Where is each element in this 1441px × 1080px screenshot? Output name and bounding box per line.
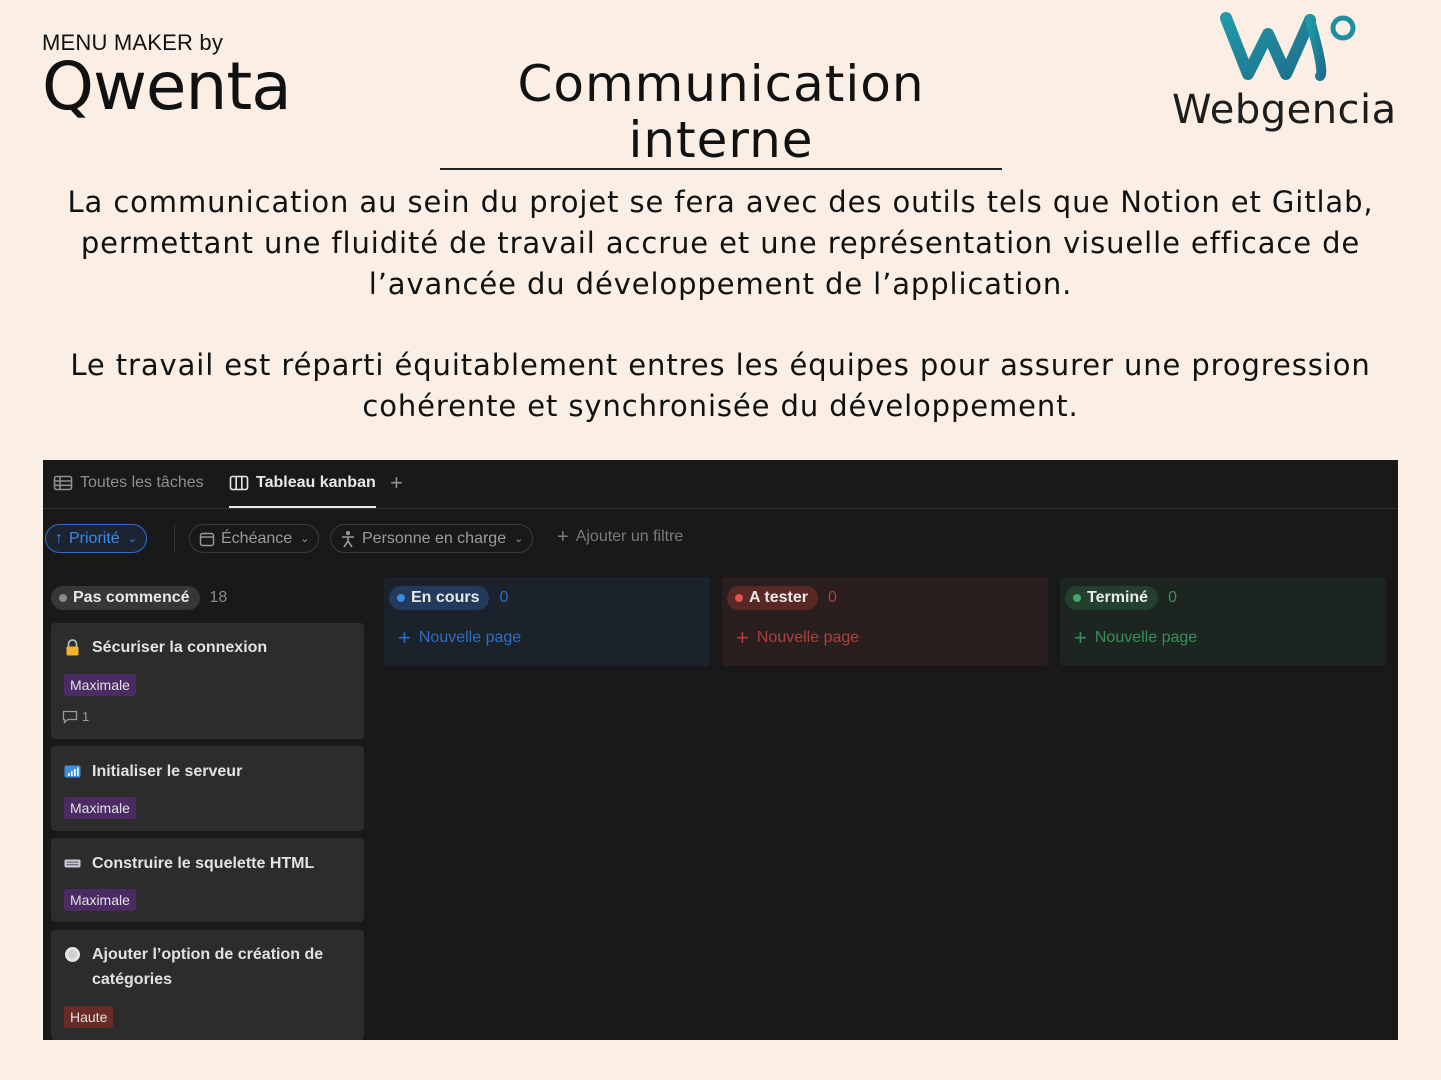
chevron-down-icon: ⌄	[300, 533, 310, 545]
card-title-row: Ajouter l’option de création de catégori…	[64, 942, 334, 992]
notion-kanban: Toutes les tâches Tableau kanban + ↑ Pri…	[43, 460, 1398, 1040]
tab-label: Tableau kanban	[256, 474, 376, 491]
column-count: 0	[827, 589, 837, 606]
card-title: Ajouter l’option de création de catégori…	[92, 946, 324, 988]
status-dot	[59, 594, 67, 602]
priority-tag: Maximale	[64, 889, 136, 911]
board-icon	[229, 475, 249, 491]
keyboard-icon	[64, 859, 81, 868]
plus-icon: +	[557, 526, 569, 548]
chevron-down-icon: ⌄	[127, 533, 137, 545]
qwenta-brand: MENU MAKER by Qwenta	[42, 30, 292, 125]
webgencia-brand: Webgencia	[1172, 8, 1412, 132]
new-page-label: Nouvelle page	[418, 629, 522, 646]
priority-sort-button[interactable]: ↑ Priorité ⌄	[45, 524, 147, 553]
status-badge[interactable]: Pas commencé	[51, 586, 200, 610]
lock-icon	[66, 639, 79, 656]
plus-icon: +	[1074, 625, 1087, 650]
card-title: Construire le squelette HTML	[92, 855, 315, 872]
paragraph-tools: La communication au sein du projet se fe…	[67, 185, 1374, 301]
status-label: A tester	[749, 589, 808, 606]
column-header: En cours 0	[389, 586, 508, 610]
status-dot	[735, 594, 743, 602]
column-count: 0	[1168, 589, 1177, 606]
arrow-up-icon: ↑	[55, 529, 63, 547]
qwenta-logo: Qwenta	[42, 48, 292, 125]
calendar-icon	[199, 532, 215, 546]
status-badge[interactable]: Terminé	[1065, 586, 1159, 610]
new-page-label: Nouvelle page	[1094, 629, 1198, 646]
comment-count-value: 1	[82, 709, 90, 724]
column-count: 18	[209, 589, 228, 606]
column-header: A tester 0	[727, 586, 837, 610]
person-icon	[342, 530, 354, 547]
filter-bar: ↑ Priorité ⌄ Échéance ⌄ Personne en char…	[43, 524, 1398, 554]
new-page-button[interactable]: + Nouvelle page	[398, 625, 522, 650]
chart-icon	[64, 765, 81, 778]
tab-kanban[interactable]: Tableau kanban	[229, 474, 376, 508]
status-dot	[397, 594, 405, 602]
task-card[interactable]: Initialiser le serveur Maximale	[51, 746, 364, 831]
status-badge[interactable]: En cours	[389, 586, 490, 610]
status-label: En cours	[411, 589, 480, 606]
task-card[interactable]: Sécuriser la connexion Maximale 1	[51, 623, 364, 739]
person-filter-button[interactable]: Personne en charge ⌄	[330, 524, 534, 553]
card-title-row: Initialiser le serveur	[64, 759, 242, 784]
due-label: Échéance	[221, 529, 293, 547]
comment-count: 1	[62, 709, 89, 724]
chevron-down-icon: ⌄	[514, 533, 524, 545]
status-label: Pas commencé	[73, 589, 190, 606]
column-to-test: A tester 0 + Nouvelle page	[722, 577, 1048, 666]
webgencia-wordmark: Webgencia	[1172, 87, 1397, 133]
plus-icon: +	[398, 625, 411, 650]
paragraph-work-split: Le travail est réparti équitablement ent…	[70, 348, 1371, 423]
priority-tag: Maximale	[64, 674, 136, 696]
task-card[interactable]: Construire le squelette HTML Maximale	[51, 838, 364, 922]
priority-tag: Haute	[64, 1006, 114, 1028]
comment-icon	[62, 710, 78, 724]
card-title: Sécuriser la connexion	[92, 639, 268, 656]
tab-all-tasks[interactable]: Toutes les tâches	[53, 474, 204, 508]
due-filter-button[interactable]: Échéance ⌄	[189, 524, 320, 553]
webgencia-logo-icon	[1220, 12, 1356, 81]
status-label: Terminé	[1087, 589, 1149, 606]
column-in-progress: En cours 0 + Nouvelle page	[384, 577, 710, 666]
new-page-label: Nouvelle page	[756, 629, 860, 646]
divider	[174, 524, 175, 553]
new-page-button[interactable]: + Nouvelle page	[736, 625, 860, 650]
add-view-icon[interactable]: +	[390, 472, 403, 494]
person-label: Personne en charge	[362, 529, 507, 547]
column-done: Terminé 0 + Nouvelle page	[1060, 577, 1386, 666]
plus-icon: +	[736, 625, 749, 650]
status-badge[interactable]: A tester	[727, 586, 818, 610]
card-title-row: Sécuriser la connexion	[64, 635, 267, 660]
column-header: Terminé 0	[1065, 586, 1177, 610]
view-tabs: Toutes les tâches Tableau kanban +	[43, 460, 1398, 509]
column-count: 0	[499, 589, 509, 606]
card-title: Initialiser le serveur	[92, 763, 243, 780]
status-dot	[1073, 594, 1081, 602]
priority-label: Priorité	[69, 529, 120, 547]
page-title: Communication interne	[440, 56, 1002, 170]
new-page-button[interactable]: + Nouvelle page	[1074, 625, 1198, 650]
column-header-not-started: Pas commencé 18	[51, 586, 227, 610]
plate-icon	[65, 947, 80, 962]
task-card[interactable]: Ajouter l’option de création de catégori…	[51, 930, 364, 1040]
table-icon	[53, 475, 73, 491]
add-filter-button[interactable]: + Ajouter un filtre	[557, 526, 684, 548]
tab-label: Toutes les tâches	[80, 474, 204, 491]
add-filter-label: Ajouter un filtre	[575, 528, 684, 545]
priority-tag: Maximale	[64, 797, 136, 819]
card-title-row: Construire le squelette HTML	[64, 851, 314, 876]
